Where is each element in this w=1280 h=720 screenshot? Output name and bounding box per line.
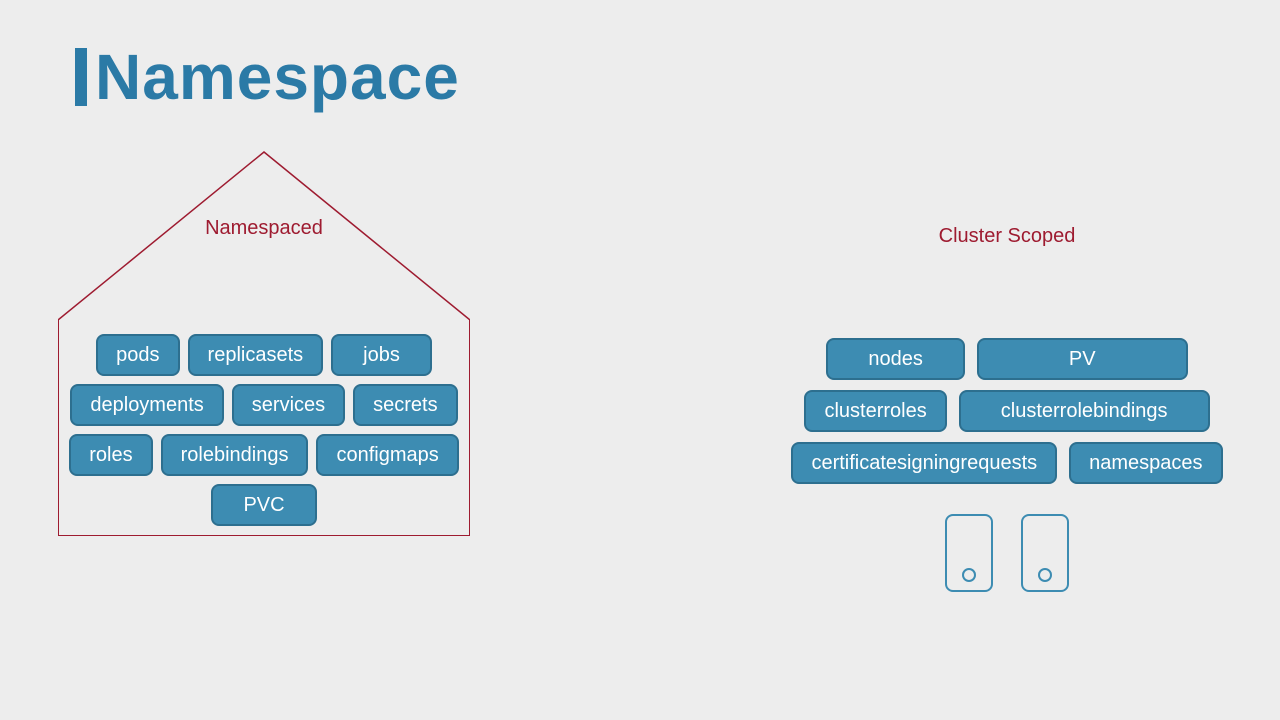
chip-pvc: PVC: [211, 484, 316, 526]
chip-roles: roles: [69, 434, 152, 476]
chip-pods: pods: [96, 334, 179, 376]
cluster-row-1: nodes PV: [826, 338, 1187, 380]
cluster-row-2: clusterroles clusterrolebindings: [804, 390, 1209, 432]
device-icon: [1021, 514, 1069, 592]
chip-replicasets: replicasets: [188, 334, 324, 376]
cluster-scoped-label: Cluster Scoped: [802, 225, 1212, 248]
namespaced-body: pods replicasets jobs deployments servic…: [58, 320, 470, 536]
chip-jobs: jobs: [331, 334, 432, 376]
device-icon: [945, 514, 993, 592]
chip-rolebindings: rolebindings: [161, 434, 309, 476]
device-icons: [945, 514, 1069, 592]
chip-nodes: nodes: [826, 338, 965, 380]
chip-clusterroles: clusterroles: [804, 390, 946, 432]
chip-deployments: deployments: [70, 384, 223, 426]
chip-configmaps: configmaps: [316, 434, 458, 476]
title-accent-bar: [75, 48, 87, 106]
chip-pv: PV: [977, 338, 1188, 380]
title-text: Namespace: [95, 40, 460, 114]
cluster-scoped-group: Cluster Scoped nodes PV clusterroles clu…: [802, 225, 1212, 592]
chip-certificatesigningrequests: certificatesigningrequests: [791, 442, 1057, 484]
cluster-rows: nodes PV clusterroles clusterrolebinding…: [802, 338, 1212, 592]
chip-secrets: secrets: [353, 384, 457, 426]
chip-clusterrolebindings: clusterrolebindings: [959, 390, 1210, 432]
page-title: Namespace: [75, 40, 460, 114]
cluster-row-3: certificatesigningrequests namespaces: [791, 442, 1222, 484]
namespaced-group: Namespaced pods replicasets jobs deploym…: [58, 150, 470, 536]
namespaced-label: Namespaced: [58, 217, 470, 240]
chip-services: services: [232, 384, 345, 426]
chip-namespaces: namespaces: [1069, 442, 1222, 484]
